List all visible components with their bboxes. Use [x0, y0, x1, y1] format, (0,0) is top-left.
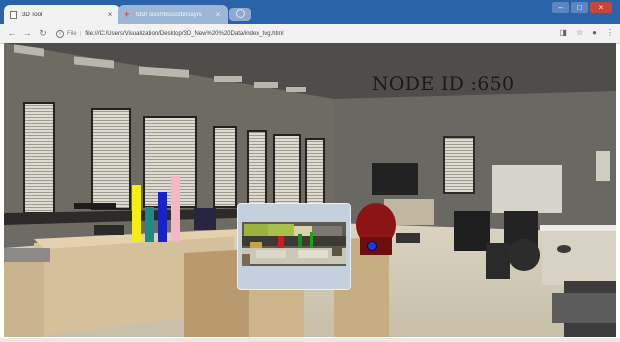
data-bar-2[interactable]	[145, 207, 154, 242]
minimize-button[interactable]: –	[552, 2, 569, 13]
tab-label: 3D Tool	[22, 11, 43, 18]
window-controls: – □ ×	[552, 2, 612, 13]
browser-bottom-edge	[0, 338, 620, 342]
tab-3d-tool[interactable]: 3D Tool ×	[4, 5, 120, 24]
maximize-button[interactable]: □	[571, 2, 588, 13]
account-icon[interactable]: ●	[592, 27, 597, 39]
toolbar-actions: ◨ ☆ ● ⋮	[559, 27, 614, 39]
new-tab-icon	[236, 9, 245, 18]
3d-viewport[interactable]: NODE ID :650	[4, 43, 616, 337]
browser-titlebar: 3D Tool × + fdsh sisorrbssssfbnsayrs × –…	[0, 0, 620, 24]
forward-arrow-icon[interactable]: →	[21, 27, 33, 39]
url-separator: |	[79, 30, 82, 37]
url-text: file:///C:/Users/Visualization/Desktop/3…	[85, 30, 284, 37]
translate-icon[interactable]: ◨	[559, 27, 567, 39]
tab-label: fdsh sisorrbssssfbnsayrs	[136, 11, 202, 18]
url-scheme: File	[67, 30, 77, 37]
info-icon[interactable]: i	[56, 29, 64, 38]
browser-toolbar: ← → ↻ i File | file:///C:/Users/Visualiz…	[0, 24, 620, 44]
tab-secondary[interactable]: + fdsh sisorrbssssfbnsayrs ×	[118, 5, 228, 24]
bar-overlay	[132, 176, 180, 242]
minimap-inset[interactable]	[237, 203, 351, 290]
back-arrow-icon[interactable]: ←	[6, 27, 18, 39]
close-window-button[interactable]: ×	[590, 2, 612, 13]
data-bar-1[interactable]	[132, 185, 141, 242]
menu-icon[interactable]: ⋮	[606, 27, 614, 39]
star-icon[interactable]: ☆	[576, 27, 583, 39]
data-bar-3[interactable]	[158, 192, 167, 242]
new-tab-button[interactable]	[229, 8, 251, 21]
data-bar-4[interactable]	[171, 176, 180, 242]
reload-icon[interactable]: ↻	[37, 27, 49, 39]
app-icon: +	[124, 9, 130, 19]
close-tab-icon[interactable]: ×	[106, 10, 114, 19]
page-icon	[10, 10, 17, 19]
close-tab-icon[interactable]: ×	[214, 10, 222, 19]
minimap-view	[238, 204, 350, 289]
address-bar[interactable]: i File | file:///C:/Users/Visualization/…	[56, 27, 556, 40]
node-id-label: NODE ID :650	[372, 73, 515, 95]
